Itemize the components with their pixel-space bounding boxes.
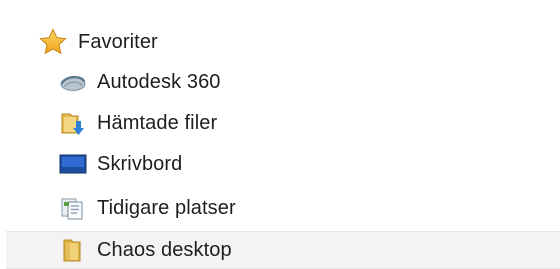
nav-item-label: Hämtade filer — [97, 111, 218, 134]
favorites-label: Favoriter — [78, 30, 158, 53]
nav-item-label: Chaos desktop — [97, 238, 232, 261]
autodesk-360-cloud-icon — [58, 67, 88, 97]
nav-item-label: Autodesk 360 — [97, 70, 221, 93]
navigation-pane: Favoriter Autodesk 360 Hämtade filer Skr… — [0, 0, 560, 269]
favorites-header[interactable]: Favoriter — [0, 23, 560, 61]
nav-item-label: Skrivbord — [97, 152, 183, 175]
recent-places-icon — [58, 193, 88, 223]
nav-item-desktop[interactable]: Skrivbord — [0, 145, 560, 183]
nav-item-chaos-desktop[interactable]: Chaos desktop — [6, 231, 560, 269]
downloads-folder-icon — [58, 108, 88, 138]
nav-item-downloads[interactable]: Hämtade filer — [0, 104, 560, 142]
folder-icon — [58, 235, 88, 265]
desktop-icon — [58, 149, 88, 179]
star-icon — [38, 27, 68, 57]
nav-item-recent-places[interactable]: Tidigare platser — [0, 189, 560, 227]
nav-item-autodesk-360[interactable]: Autodesk 360 — [0, 63, 560, 101]
nav-item-label: Tidigare platser — [97, 196, 236, 219]
